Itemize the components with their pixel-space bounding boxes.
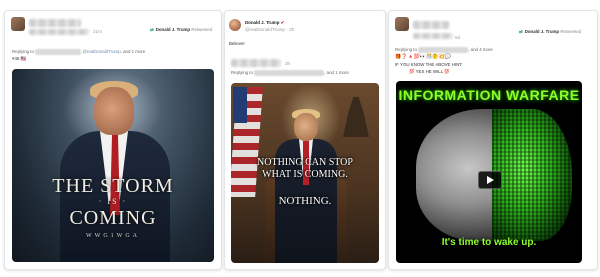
redacted-handle bbox=[413, 33, 453, 39]
play-icon[interactable] bbox=[478, 171, 502, 189]
tweet-time: 21m bbox=[93, 29, 102, 34]
image-text-line1: NOTHING CAN STOP bbox=[257, 157, 353, 168]
redacted-username bbox=[29, 19, 81, 27]
retweet-icon: ⇄ bbox=[150, 27, 154, 32]
horse-statue bbox=[343, 97, 369, 137]
emoji-hint: 🎁❓🔺💯👀🎊🤔💥💬 bbox=[395, 54, 452, 60]
nothing-can-stop-image[interactable]: NOTHING CAN STOP WHAT IS COMING. NOTHING… bbox=[231, 83, 379, 263]
verified-icon: ✔ bbox=[280, 20, 285, 25]
video-caption: It's time to wake up. bbox=[441, 237, 537, 248]
storm-image[interactable]: THE STORM · IS · COMING WWG1WGA bbox=[12, 69, 214, 262]
image-text-line2: WHAT IS COMING. bbox=[262, 169, 348, 180]
tweet-text-line1: IF YOU KNOW THE ABOVE HINT bbox=[395, 62, 462, 67]
image-title-line2: · IS · bbox=[98, 197, 128, 206]
video-title: INFORMATION WARFARE bbox=[398, 87, 580, 103]
tweet-time: 5d bbox=[455, 35, 461, 40]
redacted-reply-user bbox=[35, 49, 82, 55]
replying-to: Replying to , and 4 more bbox=[395, 47, 493, 53]
figure-head bbox=[294, 113, 318, 141]
image-title-line1: THE STORM bbox=[52, 175, 174, 197]
tweet-card-storm[interactable]: 21m ⇄ Donald J. Trump Retweeted Replying … bbox=[4, 10, 222, 270]
image-title-line3: COMING bbox=[69, 207, 157, 229]
redacted-reply-user bbox=[418, 47, 469, 53]
retweeted-by: ⇄ Donald J. Trump Retweeted bbox=[519, 29, 582, 34]
replying-to: Replying to , and 1 more bbox=[231, 70, 349, 76]
redacted-reply-user bbox=[254, 70, 325, 76]
avatar[interactable] bbox=[229, 19, 241, 31]
retweeted-by: ⇄ Donald J. Trump Retweeted bbox=[150, 27, 213, 32]
tweet-text-line2: 💯 YES HE WILL 💯 bbox=[409, 69, 450, 74]
tweet-card-information-warfare[interactable]: 5d ⇄ Donald J. Trump Retweeted Replying t… bbox=[388, 10, 598, 270]
author-handle-time: @realDonaldTrump · 3h bbox=[245, 27, 295, 32]
redacted-username bbox=[413, 21, 449, 29]
redacted-handle bbox=[29, 29, 89, 35]
tweet-card-nothing[interactable]: Donald J. Trump ✔ @realDonaldTrump · 3h … bbox=[224, 10, 386, 270]
digital-face-overlay bbox=[492, 109, 572, 241]
avatar[interactable] bbox=[395, 17, 409, 31]
us-flag-canton bbox=[233, 87, 247, 123]
information-warfare-video[interactable]: INFORMATION WARFARE It's time to wake up… bbox=[396, 81, 582, 263]
tweet-text: Believe! bbox=[229, 41, 245, 46]
image-text-line3: NOTHING. bbox=[278, 195, 332, 207]
image-title-line4: WWG1WGA bbox=[86, 233, 140, 239]
tweet-text: #45 🇺🇸 bbox=[12, 56, 27, 61]
redacted-username bbox=[231, 59, 281, 67]
reply-handle-link[interactable]: @realDonaldTrump bbox=[82, 49, 120, 54]
figure-head bbox=[94, 87, 134, 135]
avatar[interactable] bbox=[11, 17, 25, 31]
reply-time: 2h bbox=[285, 61, 291, 66]
replying-to: Replying to @realDonaldTrump, and 1 more bbox=[12, 49, 146, 55]
retweet-icon: ⇄ bbox=[519, 29, 523, 34]
author-name[interactable]: Donald J. Trump ✔ bbox=[245, 20, 284, 26]
